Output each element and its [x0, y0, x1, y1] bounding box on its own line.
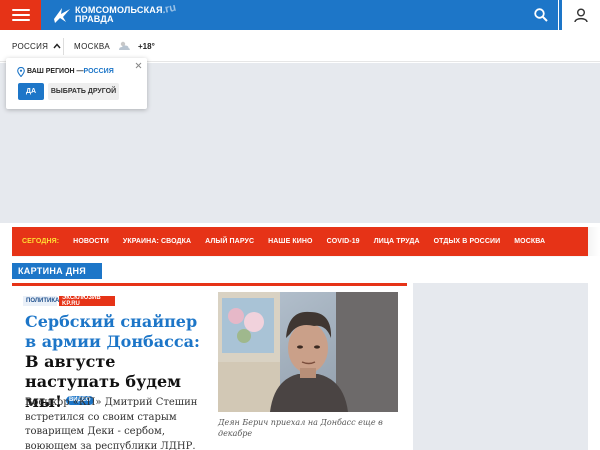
nav-scroll-shade — [588, 227, 600, 256]
region-question-value: РОССИЯ — [83, 68, 114, 75]
close-icon — [135, 62, 142, 69]
user-button[interactable] — [562, 0, 600, 30]
nav-item[interactable]: УКРАИНА: СВОДКА — [123, 238, 191, 245]
region-question-text: ВАШ РЕГИОН — — [27, 68, 84, 75]
chevron-up-icon — [53, 43, 61, 49]
site-logo[interactable]: КОМСОМОЛЬСКАЯ ПРАВДА — [52, 3, 163, 27]
search-button[interactable] — [526, 0, 556, 30]
nav-item[interactable]: ОТДЫХ В РОССИИ — [434, 238, 501, 245]
logo-title: КОМСОМОЛЬСКАЯ ПРАВДА — [75, 5, 163, 24]
main-article-card[interactable]: ПОЛИТИКА ЭКСКЛЮЗИВ KP.RU Сербский снайпе… — [12, 283, 407, 450]
article-photo[interactable] — [218, 292, 398, 412]
header-divider — [558, 0, 559, 30]
page: КОМСОМОЛЬСКАЯ ПРАВДА .ru РОССИЯ МОСКВА +… — [0, 0, 600, 450]
logo-text: КОМСОМОЛЬСКАЯ ПРАВДА — [75, 5, 163, 24]
photo-caption: Деян Берич приехал на Донбасс еще в дека… — [218, 418, 383, 438]
choose-other-region-button[interactable]: ВЫБРАТЬ ДРУГОЙ — [48, 83, 119, 100]
nav-item[interactable]: МОСКВА — [514, 238, 545, 245]
top-header: КОМСОМОЛЬСКАЯ ПРАВДА .ru — [0, 0, 600, 30]
nav-item[interactable]: ЛИЦА ТРУДА — [374, 238, 420, 245]
nav-item[interactable]: НАШЕ КИНО — [268, 238, 312, 245]
nav-item[interactable]: COVID-19 — [327, 238, 360, 245]
headline-part1: Сербский снайпер в армии Донбасса: — [25, 312, 200, 351]
bird-logo-icon — [54, 8, 70, 23]
nav-item[interactable]: АЛЫЙ ПАРУС — [205, 238, 254, 245]
topics-nav: СЕГОДНЯ: НОВОСТИ УКРАИНА: СВОДКА АЛЫЙ ПА… — [12, 227, 588, 256]
region-label: РОССИЯ — [12, 41, 49, 51]
confirm-region-button[interactable]: ДА — [18, 83, 44, 100]
logo-ru-mark: .ru — [160, 1, 178, 17]
tag-politics[interactable]: ПОЛИТИКА — [23, 296, 59, 306]
tag-exclusive[interactable]: ЭКСКЛЮЗИВ KP.RU — [59, 295, 115, 307]
region-popup: ВАШ РЕГИОН —РОССИЯ ДА ВЫБРАТЬ ДРУГОЙ — [6, 58, 147, 109]
menu-button[interactable] — [0, 0, 41, 30]
nav-today-label: СЕГОДНЯ: — [22, 238, 60, 245]
photo-image — [218, 292, 398, 412]
nav-item[interactable]: НОВОСТИ — [73, 238, 109, 245]
search-icon — [534, 8, 548, 22]
section-title: КАРТИНА ДНЯ — [12, 263, 102, 279]
user-icon — [574, 8, 588, 22]
menu-icon — [11, 9, 30, 21]
location-divider — [63, 38, 64, 55]
region-question: ВАШ РЕГИОН —РОССИЯ — [27, 68, 114, 75]
location-pin-icon — [17, 67, 25, 77]
cloud-sun-icon — [119, 41, 130, 50]
article-lead: Военкор «КП» Дмитрий Стешин встретился с… — [25, 397, 198, 450]
right-column-placeholder — [413, 283, 588, 450]
close-popup-button[interactable] — [134, 61, 143, 70]
